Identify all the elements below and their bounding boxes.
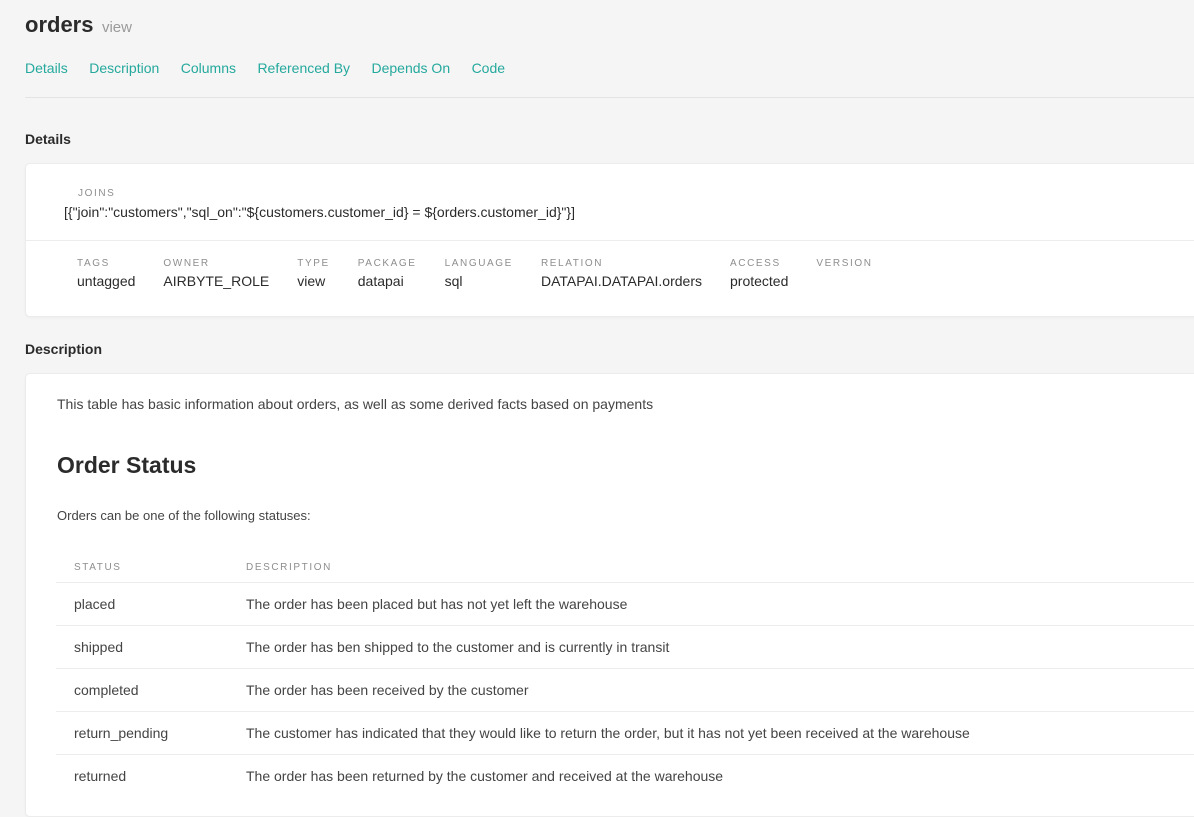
page-title: orders (25, 12, 94, 37)
description-card: This table has basic information about o… (25, 373, 1194, 817)
tab-depends-on[interactable]: Depends On (372, 60, 451, 76)
meta-value: view (297, 273, 326, 289)
meta-value: protected (730, 273, 789, 289)
tab-details[interactable]: Details (25, 60, 68, 76)
status-cell: shipped (56, 625, 228, 669)
header-divider (25, 97, 1194, 98)
details-heading: Details (25, 131, 71, 147)
details-card: JOINS [{"join":"customers","sql_on":"${c… (25, 163, 1194, 317)
table-row: shipped The order has ben shipped to the… (56, 625, 1194, 669)
meta-package: PACKAGE datapai (358, 258, 417, 289)
meta-value: AIRBYTE_ROLE (163, 273, 270, 289)
meta-label: TYPE (297, 258, 330, 269)
meta-label: RELATION (540, 258, 604, 269)
tab-code[interactable]: Code (472, 60, 505, 76)
meta-owner: OWNER AIRBYTE_ROLE (163, 258, 269, 289)
meta-value: DATAPAI.DATAPAI.orders (540, 273, 702, 289)
joins-value: [{"join":"customers","sql_on":"${custome… (64, 204, 575, 220)
status-cell: placed (56, 582, 228, 626)
meta-value: datapai (357, 273, 404, 289)
description-intro: This table has basic information about o… (57, 396, 654, 412)
status-cell: return_pending (56, 711, 228, 755)
table-row: return_pending The customer has indicate… (56, 711, 1194, 755)
details-separator (26, 240, 1194, 241)
description-column-header: DESCRIPTION (228, 552, 1194, 583)
details-meta: TAGS untagged OWNER AIRBYTE_ROLE TYPE vi… (77, 258, 901, 289)
joins-label: JOINS (78, 188, 116, 199)
meta-relation: RELATION DATAPAI.DATAPAI.orders (541, 258, 702, 289)
table-row: placed The order has been placed but has… (56, 582, 1194, 626)
joins-field: JOINS [{"join":"customers","sql_on":"${c… (64, 188, 575, 220)
order-status-heading: Order Status (57, 452, 197, 478)
description-heading: Description (25, 341, 103, 357)
meta-version: VERSION (816, 258, 872, 289)
table-row: returned The order has been returned by … (56, 755, 1194, 798)
description-cell: The order has been received by the custo… (228, 668, 1194, 712)
meta-label: ACCESS (730, 258, 781, 269)
table-row: completed The order has been received by… (56, 668, 1194, 712)
meta-label: VERSION (816, 258, 873, 269)
status-column-header: STATUS (56, 552, 228, 583)
tab-description[interactable]: Description (89, 60, 159, 76)
meta-tags: TAGS untagged (77, 258, 135, 289)
meta-label: LANGUAGE (444, 258, 513, 269)
status-cell: returned (74, 768, 127, 784)
meta-type: TYPE view (297, 258, 330, 289)
tab-columns[interactable]: Columns (181, 60, 236, 76)
meta-language: LANGUAGE sql (445, 258, 513, 289)
meta-access: ACCESS protected (730, 258, 788, 289)
description-cell: The order has been placed but has not ye… (228, 582, 1194, 626)
description-cell: The order has been returned by the custo… (246, 768, 724, 784)
status-table-header: STATUS DESCRIPTION (56, 552, 1194, 583)
meta-value: untagged (77, 273, 136, 289)
section-nav: Details Description Columns Referenced B… (25, 60, 522, 78)
meta-label: OWNER (163, 258, 210, 269)
meta-value: sql (444, 273, 463, 289)
order-status-text: Orders can be one of the following statu… (57, 508, 311, 523)
meta-label: TAGS (77, 258, 110, 269)
meta-label: PACKAGE (357, 258, 417, 269)
description-cell: The customer has indicated that they wou… (228, 711, 1194, 755)
description-cell: The order has ben shipped to the custome… (228, 625, 1194, 669)
tab-referenced-by[interactable]: Referenced By (257, 60, 350, 76)
status-cell: completed (56, 668, 228, 712)
page-title-row: orders view (25, 12, 132, 38)
status-table: STATUS DESCRIPTION placed The order has … (56, 552, 1194, 797)
page-subtitle: view (101, 19, 132, 36)
